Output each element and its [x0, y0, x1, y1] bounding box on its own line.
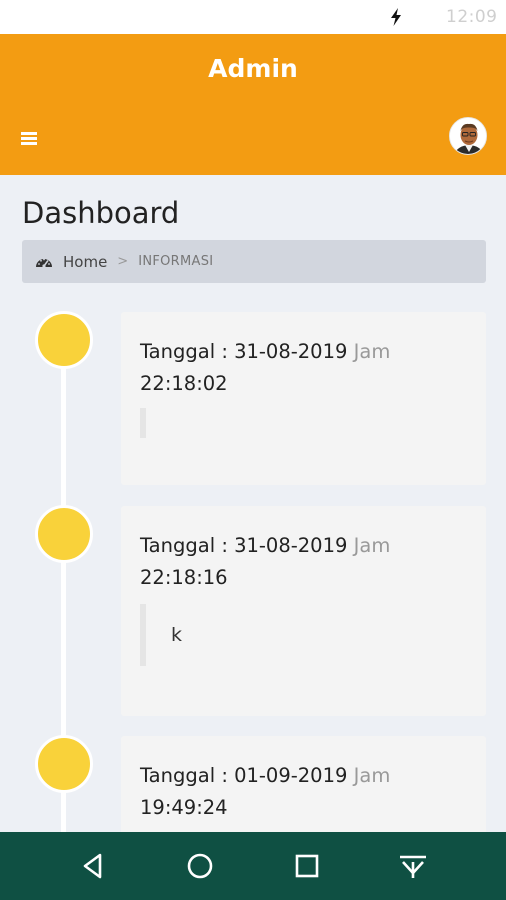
timeline-header: Tanggal : 31-08-2019 Jam 22:18:16	[140, 530, 470, 594]
timeline-message	[140, 408, 171, 438]
timeline-card: Tanggal : 01-09-2019 Jam 19:49:24	[121, 736, 486, 836]
keyboard-hide-icon[interactable]	[397, 850, 429, 882]
timeline-jam-label: Jam	[353, 340, 391, 363]
timeline-header: Tanggal : 01-09-2019 Jam 19:49:24	[140, 760, 470, 824]
timeline-card: Tanggal : 31-08-2019 Jam 22:18:16 k	[121, 506, 486, 716]
timeline-card: Tanggal : 31-08-2019 Jam 22:18:02	[121, 312, 486, 485]
breadcrumb-separator: >	[117, 254, 129, 269]
app-bar: Admin	[0, 34, 506, 175]
page-title: Dashboard	[22, 196, 180, 230]
timeline-header: Tanggal : 31-08-2019 Jam 22:18:02	[140, 336, 470, 400]
user-avatar[interactable]	[449, 117, 487, 155]
timeline-dot	[35, 735, 93, 793]
timeline-message: k	[140, 604, 182, 666]
charging-bolt-icon	[391, 8, 401, 26]
breadcrumb-home-link[interactable]: Home	[63, 253, 107, 271]
timeline-time: 22:18:02	[140, 372, 228, 395]
timeline-time: 22:18:16	[140, 566, 228, 589]
timeline-jam-label: Jam	[353, 764, 391, 787]
dashboard-gauge-icon	[36, 258, 52, 268]
breadcrumb: Home > INFORMASI	[22, 240, 486, 283]
back-icon[interactable]	[78, 850, 110, 882]
home-icon[interactable]	[184, 850, 216, 882]
timeline-date: Tanggal : 01-09-2019	[140, 764, 348, 787]
timeline-date: Tanggal : 31-08-2019	[140, 534, 348, 557]
timeline-dot	[35, 311, 93, 369]
timeline-jam-label: Jam	[353, 534, 391, 557]
recents-icon[interactable]	[291, 850, 323, 882]
timeline-time: 19:49:24	[140, 796, 228, 819]
status-bar: 12:09	[0, 0, 506, 34]
navigation-bar	[0, 832, 506, 900]
timeline-date: Tanggal : 31-08-2019	[140, 340, 348, 363]
status-time: 12:09	[446, 7, 498, 27]
timeline-dot	[35, 505, 93, 563]
app-title: Admin	[208, 54, 298, 83]
breadcrumb-current: INFORMASI	[138, 254, 214, 269]
user-avatar-icon	[450, 118, 486, 154]
hamburger-menu-icon[interactable]	[18, 130, 42, 150]
